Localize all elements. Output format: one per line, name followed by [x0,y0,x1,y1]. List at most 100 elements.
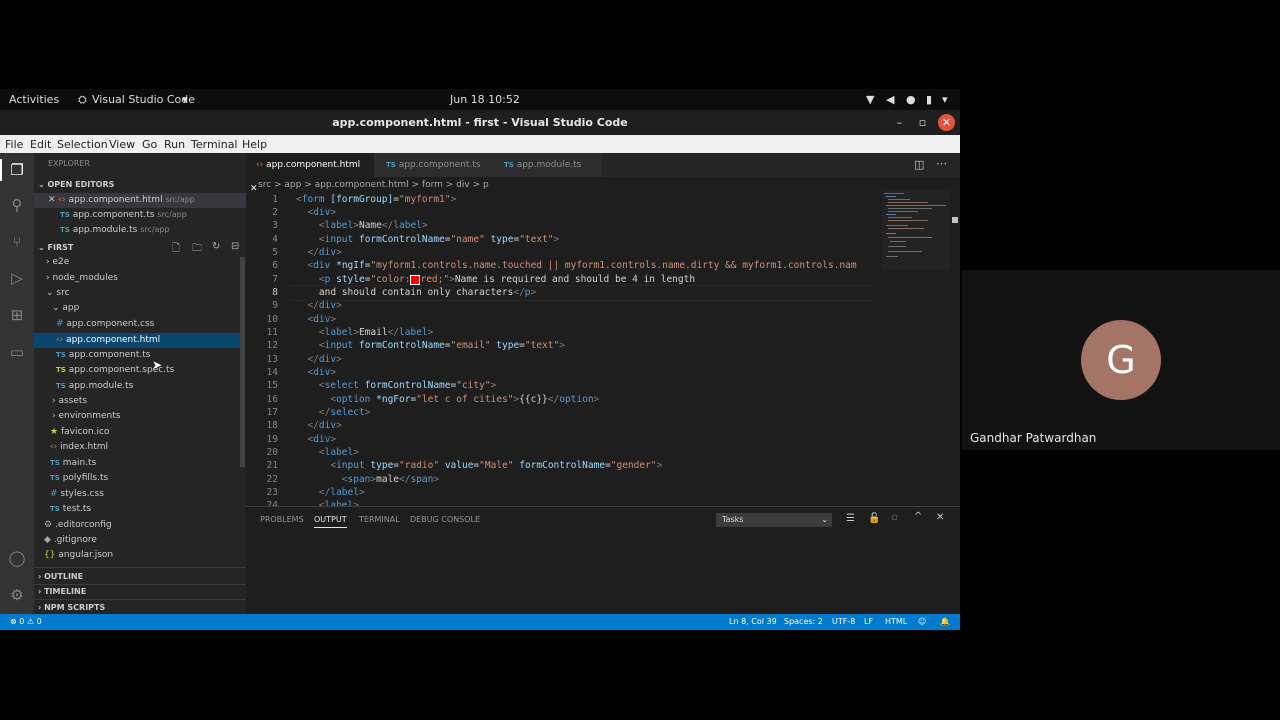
sidebar-scrollbar[interactable] [240,257,245,467]
collapse-all-icon[interactable]: ⊟ [231,241,239,252]
code-line[interactable]: <div> [296,314,336,325]
notifications-bell-icon[interactable]: 🔔 [940,617,950,626]
more-actions-icon[interactable]: ⋯ [936,157,947,170]
code-line[interactable]: and should contain only characters</p> [296,287,536,298]
breadcrumb[interactable]: src > app > app.component.html > form > … [258,180,489,190]
tab-terminal[interactable]: TERMINAL [359,515,400,524]
participant-tile[interactable]: G Gandhar Patwardhan [962,270,1280,450]
maximize-panel-icon[interactable]: ▫ [891,512,898,523]
tree-file[interactable]: ★ favicon.ico [50,427,109,437]
code-line[interactable]: <label>Email</label> [296,327,433,338]
code-line[interactable]: <input formControlName="name" type="text… [296,234,559,245]
run-debug-icon[interactable]: ▷ [7,268,27,288]
clock[interactable]: Jun 18 10:52 [450,93,520,106]
tree-file[interactable]: TS app.module.ts [56,381,133,391]
code-line[interactable]: </label> [296,487,365,498]
chevron-down-icon[interactable]: ▾ [942,93,948,106]
explorer-icon[interactable]: ❐ [7,160,27,180]
code-line[interactable]: <label> [296,447,359,458]
wifi-icon[interactable]: ▼ [866,93,874,106]
close-icon[interactable]: ✕ [250,184,258,194]
tab-app-module-ts[interactable]: TS app.module.ts [492,153,602,177]
volume-icon[interactable]: ◀ [886,93,894,106]
code-line[interactable]: <div *ngIf="myform1.controls.name.touche… [296,260,856,271]
menu-terminal[interactable]: Terminal [191,138,238,151]
refresh-icon[interactable]: ↻ [212,241,220,252]
code-line[interactable]: </div> [296,354,341,365]
tab-app-component-html[interactable]: ‹› app.component.html ✕ [246,153,374,194]
minimap[interactable] [882,191,950,271]
search-icon[interactable]: ⚲ [7,195,27,215]
code-line[interactable]: </div> [296,420,341,431]
close-icon[interactable]: ✕ [938,114,955,131]
tree-file[interactable]: TS main.ts [50,458,96,468]
code-line[interactable]: <span>male</span> [296,474,439,485]
indentation[interactable]: Spaces: 2 [784,617,823,626]
tree-file[interactable]: TS test.ts [50,504,91,514]
menu-edit[interactable]: Edit [30,138,51,151]
code-line[interactable]: </div> [296,300,341,311]
tree-file-selected[interactable]: ‹› app.component.html [56,335,160,345]
cursor-position[interactable]: Ln 8, Col 39 [729,617,777,626]
end-of-line[interactable]: LF [864,617,873,626]
tab-app-component-ts[interactable]: TS app.component.ts [374,153,492,177]
settings-gear-icon[interactable]: ⚙ [7,585,27,605]
code-line[interactable]: <p style="color: red;">Name is required a… [296,274,695,285]
outline-section[interactable]: › OUTLINE [38,572,83,581]
open-editor-item[interactable]: ✕ ‹› app.component.html src/app [48,195,195,205]
code-line[interactable]: <div> [296,367,336,378]
menu-help[interactable]: Help [242,138,267,151]
activities-button[interactable]: Activities [9,93,59,106]
npm-scripts-section[interactable]: › NPM SCRIPTS [38,603,105,612]
language-mode[interactable]: HTML [885,617,907,626]
extensions-icon[interactable]: ⊞ [7,305,27,325]
mic-icon[interactable]: ● [906,93,916,106]
code-line[interactable]: <input type="radio" value="Male" formCon… [296,460,662,471]
tree-file[interactable]: {} angular.json [44,550,113,560]
open-editors-section[interactable]: ⌄ OPEN EDITORS [38,180,114,189]
tree-file[interactable]: ‹› index.html [50,442,108,452]
tab-output[interactable]: OUTPUT [314,515,347,528]
battery-icon[interactable]: ▮ [926,93,932,106]
tree-folder[interactable]: › assets [52,396,87,406]
new-file-icon[interactable]: 🗋 [172,241,180,258]
open-editor-item[interactable]: TS app.component.ts src/app [60,210,187,220]
problems-count[interactable]: ⊗ 0 ⚠ 0 [10,617,42,626]
code-line[interactable]: <form [formGroup]="myform1"> [296,194,456,205]
menu-view[interactable]: View [109,138,135,151]
minimize-icon[interactable]: – [891,114,908,131]
close-icon[interactable]: ✕ [48,195,56,205]
new-folder-icon[interactable]: 🗀 [192,241,202,258]
code-line[interactable]: <div> [296,434,336,445]
clear-output-icon[interactable]: ☰ [846,513,855,524]
menu-go[interactable]: Go [142,138,157,151]
code-line[interactable]: <select formControlName="city"> [296,380,496,391]
close-panel-icon[interactable]: ✕ [936,512,944,523]
code-line[interactable]: </select> [296,407,371,418]
tree-file[interactable]: # app.component.css [56,319,154,329]
tree-folder[interactable]: › environments [52,411,120,421]
timeline-section[interactable]: › TIMELINE [38,587,86,596]
tree-file[interactable]: ◆ .gitignore [44,535,97,545]
split-editor-icon[interactable]: ◫ [914,158,924,171]
tree-file[interactable]: TS polyfills.ts [50,473,108,483]
feedback-icon[interactable]: ☺ [918,617,926,626]
tree-file[interactable]: TS app.component.ts [56,350,151,360]
tree-folder[interactable]: ⌄ app [52,303,79,313]
code-line[interactable]: </div> [296,247,341,258]
open-editor-item[interactable]: TS app.module.ts src/app [60,225,170,235]
tab-debug-console[interactable]: DEBUG CONSOLE [410,515,480,524]
remote-explorer-icon[interactable]: ▭ [7,342,27,362]
lock-scroll-icon[interactable]: 🔓 [868,513,880,524]
code-line[interactable]: <div> [296,207,336,218]
menu-run[interactable]: Run [164,138,185,151]
output-channel-select[interactable]: Tasks ⌄ [716,513,832,527]
maximize-icon[interactable]: ▫ [914,114,931,131]
menu-selection[interactable]: Selection [57,138,108,151]
app-menu[interactable]: Visual Studio Code [92,93,195,106]
editor-scrollbar[interactable] [952,217,958,223]
tree-file[interactable]: # styles.css [50,489,104,499]
source-control-icon[interactable]: ⑂ [7,232,27,252]
tree-folder[interactable]: › node_modules [46,273,118,283]
tab-problems[interactable]: PROBLEMS [260,515,304,524]
